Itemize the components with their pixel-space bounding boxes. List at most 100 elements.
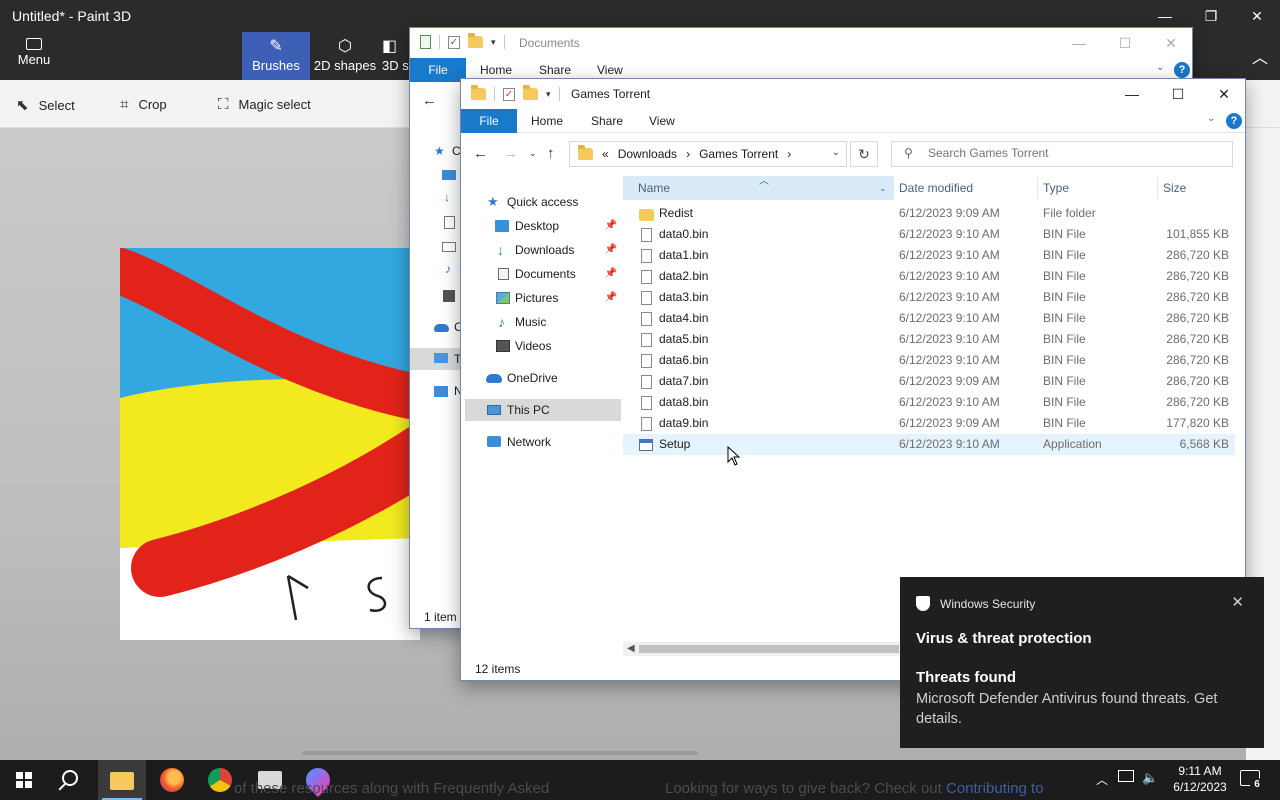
checklist-icon[interactable]: ✓	[503, 87, 515, 101]
tab-home[interactable]: Home	[531, 114, 563, 128]
table-row[interactable]: data8.bin 6/12/2023 9:10 AM BIN File 286,72…	[623, 392, 1235, 413]
breadcrumb-separator[interactable]: ›	[686, 147, 690, 161]
nav-item-desktop[interactable]: Desktop 📌	[465, 215, 621, 237]
nav-item-this-pc[interactable]: This PC	[465, 399, 621, 421]
horizontal-scrollbar[interactable]: ◀	[623, 642, 901, 656]
table-row[interactable]: data1.bin 6/12/2023 9:10 AM BIN File 286,72…	[623, 245, 1235, 266]
select-tool[interactable]: ⬉ Select	[16, 96, 75, 114]
maximize-icon[interactable]: ☐	[1102, 28, 1148, 58]
scroll-left-icon[interactable]: ◀	[627, 642, 635, 656]
pin-icon[interactable]: 📌	[605, 215, 617, 237]
refresh-icon[interactable]: ↻	[850, 141, 878, 167]
taskbar-firefox[interactable]	[148, 760, 196, 800]
column-filter-icon[interactable]: ⌄	[879, 176, 887, 200]
table-row[interactable]: Setup 6/12/2023 9:10 AM Application 6,568 K…	[623, 434, 1235, 455]
show-hidden-icons-icon[interactable]: ︿	[1096, 771, 1108, 788]
column-header-date[interactable]: Date modified	[899, 176, 1037, 200]
column-header-size[interactable]: Size	[1163, 176, 1233, 200]
magic-select-tool[interactable]: ⛶ Magic select	[218, 96, 311, 113]
table-row[interactable]: data9.bin 6/12/2023 9:09 AM BIN File 177,82…	[623, 413, 1235, 434]
new-folder-icon[interactable]	[523, 85, 538, 100]
column-header-name[interactable]: Name ︿ ⌄	[623, 176, 893, 200]
tab-home[interactable]: Home	[480, 63, 512, 77]
3d-shapes-tool[interactable]: ◧ 3D s	[382, 32, 412, 80]
properties-icon[interactable]	[420, 35, 431, 49]
nav-item-videos[interactable]: Videos	[465, 335, 621, 357]
scrollbar-thumb[interactable]	[639, 645, 899, 653]
close-icon[interactable]: ✕	[1148, 28, 1192, 58]
close-icon[interactable]: ✕	[1231, 593, 1244, 611]
pin-icon[interactable]: 📌	[605, 287, 617, 309]
breadcrumb-overflow[interactable]: «	[602, 147, 609, 161]
recent-locations-icon[interactable]: ⌄	[529, 148, 537, 159]
search-input[interactable]	[928, 146, 1208, 160]
2d-shapes-tool[interactable]: ⬡ 2D shapes	[312, 32, 378, 80]
back-arrow-icon[interactable]: ←	[422, 92, 437, 109]
address-bar[interactable]: « Downloads › Games Torrent › ⌄	[569, 141, 847, 167]
minimize-icon[interactable]: —	[1109, 79, 1155, 109]
table-row[interactable]: data7.bin 6/12/2023 9:09 AM BIN File 286,72…	[623, 371, 1235, 392]
brushes-tool[interactable]: ✎ Brushes	[242, 32, 310, 80]
maximize-icon[interactable]: ☐	[1155, 79, 1201, 109]
close-icon[interactable]: ✕	[1234, 0, 1280, 32]
windows-security-toast[interactable]: Windows Security ✕ Virus & threat protec…	[900, 577, 1264, 748]
help-icon[interactable]: ?	[1226, 113, 1242, 129]
canvas-scrollbar[interactable]	[302, 751, 698, 755]
tab-share[interactable]: Share	[539, 63, 571, 77]
folder-icon	[471, 85, 486, 100]
up-arrow-icon[interactable]: ↑	[547, 145, 555, 162]
customize-arrow-icon[interactable]: ▾	[546, 89, 551, 100]
crop-tool[interactable]: ⌗ Crop	[120, 96, 167, 113]
tab-file[interactable]: File	[461, 109, 517, 133]
table-row[interactable]: Redist 6/12/2023 9:09 AM File folder	[623, 203, 1235, 224]
start-button[interactable]	[0, 760, 48, 800]
nav-label: Documents	[515, 267, 576, 281]
breadcrumb-separator[interactable]: ›	[787, 147, 791, 161]
table-row[interactable]: data4.bin 6/12/2023 9:10 AM BIN File 286,72…	[623, 308, 1235, 329]
shield-icon	[916, 596, 930, 611]
search-button[interactable]	[48, 760, 96, 800]
nav-item-onedrive[interactable]: OneDrive	[465, 367, 621, 389]
restore-icon[interactable]: ❐	[1188, 0, 1234, 32]
collapse-ribbon-icon[interactable]: ︿	[1252, 44, 1268, 68]
customize-arrow-icon[interactable]: ▾	[491, 37, 496, 48]
table-row[interactable]: data0.bin 6/12/2023 9:10 AM BIN File 101,85…	[623, 224, 1235, 245]
search-box[interactable]: ⚲	[891, 141, 1233, 167]
drawing-canvas[interactable]	[120, 248, 420, 640]
address-dropdown-icon[interactable]: ⌄	[832, 147, 840, 158]
network-status-icon[interactable]	[1118, 770, 1134, 782]
nav-item-documents[interactable]: Documents 📌	[465, 263, 621, 285]
back-arrow-icon[interactable]: ←	[473, 145, 488, 162]
system-clock[interactable]: 9:11 AM 6/12/2023	[1168, 763, 1232, 795]
pin-icon[interactable]: 📌	[605, 239, 617, 261]
close-icon[interactable]: ✕	[1201, 79, 1245, 109]
nav-item-music[interactable]: ♪ Music	[465, 311, 621, 333]
nav-item-pictures[interactable]: Pictures 📌	[465, 287, 621, 309]
expand-ribbon-icon[interactable]: ⌄	[1156, 62, 1164, 73]
nav-item-quick-access[interactable]: ★ Quick access	[465, 191, 621, 213]
table-row[interactable]: data6.bin 6/12/2023 9:10 AM BIN File 286,72…	[623, 350, 1235, 371]
help-icon[interactable]: ?	[1174, 62, 1190, 78]
tab-view[interactable]: View	[597, 63, 623, 77]
minimize-icon[interactable]: —	[1056, 28, 1102, 58]
tab-file[interactable]: File	[410, 58, 466, 82]
breadcrumb-games-torrent[interactable]: Games Torrent	[699, 147, 778, 161]
nav-item-network[interactable]: Network	[465, 431, 621, 453]
this-pc-nav-selected[interactable]: T	[410, 348, 462, 370]
tab-share[interactable]: Share	[591, 114, 623, 128]
menu-button[interactable]: Menu	[0, 32, 68, 80]
table-row[interactable]: data2.bin 6/12/2023 9:10 AM BIN File 286,72…	[623, 266, 1235, 287]
table-row[interactable]: data3.bin 6/12/2023 9:10 AM BIN File 286,72…	[623, 287, 1235, 308]
pin-icon[interactable]: 📌	[605, 263, 617, 285]
table-row[interactable]: data5.bin 6/12/2023 9:10 AM BIN File 286,72…	[623, 329, 1235, 350]
column-header-type[interactable]: Type	[1043, 176, 1153, 200]
taskbar-file-explorer[interactable]	[98, 760, 146, 800]
checklist-icon[interactable]: ✓	[448, 35, 460, 49]
new-folder-icon[interactable]	[468, 33, 483, 48]
tab-view[interactable]: View	[649, 114, 675, 128]
breadcrumb-downloads[interactable]: Downloads	[618, 147, 677, 161]
expand-ribbon-icon[interactable]: ⌄	[1207, 113, 1215, 124]
volume-icon[interactable]: 🔈	[1142, 770, 1158, 786]
nav-item-downloads[interactable]: ↓ Downloads 📌	[465, 239, 621, 261]
forward-arrow-icon[interactable]: →	[503, 145, 518, 162]
